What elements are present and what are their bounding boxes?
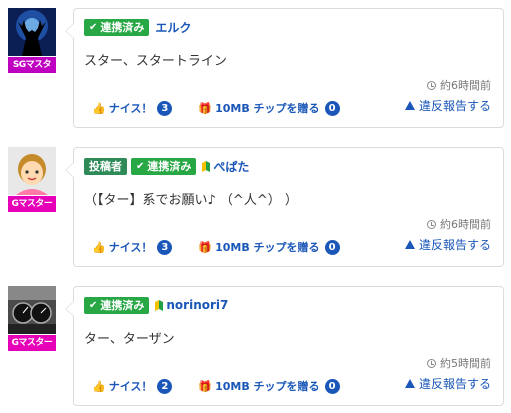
- tip-button[interactable]: 🎁 10MB チップを贈る 0: [198, 239, 340, 255]
- username-link[interactable]: エルク: [155, 19, 191, 36]
- report-button[interactable]: 違反報告する: [404, 375, 491, 392]
- like-count: 3: [157, 100, 173, 116]
- comment-card: ✔ 連携済み エルク スター、スタートライン 約6時間前 👍 ナイス！ 3 🎁 1…: [65, 8, 504, 128]
- timestamp: 約6時間前: [427, 77, 491, 93]
- thumbs-up-icon: 👍: [92, 379, 106, 393]
- linked-tag: ✔ 連携済み: [84, 296, 150, 314]
- comment-actions: 👍 ナイス！ 3 🎁 10MB チップを贈る 0: [92, 238, 366, 256]
- like-count: 2: [157, 378, 173, 394]
- rank-badge: Gマスター: [8, 196, 56, 212]
- avatar[interactable]: [8, 147, 56, 195]
- gift-icon: 🎁: [198, 240, 213, 254]
- comment-header: 投稿者 ✔ 連携済み ぺぱた: [84, 157, 249, 175]
- clock-icon: [427, 219, 436, 229]
- linked-tag: ✔ 連携済み: [84, 18, 150, 36]
- avatar[interactable]: [8, 286, 56, 334]
- check-icon: ✔: [136, 160, 145, 172]
- comment-card: 投稿者 ✔ 連携済み ぺぱた （【ター】系でお願い♪ （^人^） ） 約6時間前 …: [65, 147, 504, 267]
- like-button[interactable]: 👍 ナイス！ 3: [92, 239, 173, 255]
- gift-icon: 🎁: [198, 379, 213, 393]
- poster-tag: 投稿者: [84, 157, 127, 175]
- tip-button[interactable]: 🎁 10MB チップを贈る 0: [198, 378, 340, 394]
- comment-header: ✔ 連携済み norinori7: [84, 296, 228, 314]
- report-button[interactable]: 違反報告する: [404, 97, 491, 114]
- comment-text: （【ター】系でお願い♪ （^人^） ）: [84, 193, 298, 208]
- comment-actions: 👍 ナイス！ 3 🎁 10MB チップを贈る 0: [92, 99, 366, 117]
- beginner-mark-icon: [155, 299, 164, 311]
- avatar[interactable]: [8, 8, 56, 56]
- beginner-mark-icon: [202, 160, 211, 172]
- comment-item: Gマスター ✔ 連携済み norinori7 ター、ターザン 約5時間前 👍 ナイ…: [0, 278, 511, 408]
- thumbs-up-icon: 👍: [92, 101, 106, 115]
- comment-item: Gマスター 投稿者 ✔ 連携済み ぺぱた （【ター】系でお願い♪ （^人^） ） …: [0, 139, 511, 269]
- comment-card: ✔連携済み norinori7 ター、ターザン 約5時間前 👍 ナイス！ 2: [65, 286, 504, 406]
- timestamp: 約5時間前: [427, 355, 491, 371]
- report-button[interactable]: 違反報告する: [404, 236, 491, 253]
- warning-icon: [404, 240, 415, 249]
- comment-feed: SGマスタ ✔ 連携済み エルク スター、スタートライン 約6時間前 👍 ナイス！…: [0, 0, 511, 413]
- like-button[interactable]: 👍 ナイス！ 3: [92, 100, 173, 116]
- clock-icon: [427, 358, 436, 368]
- rank-badge: SGマスタ: [8, 57, 56, 73]
- like-count: 3: [157, 239, 173, 255]
- clock-icon: [427, 80, 436, 90]
- deer-silhouette-icon: [8, 8, 56, 56]
- car-dashboard-icon: [8, 286, 56, 334]
- warning-icon: [404, 101, 415, 110]
- username-link[interactable]: norinori7: [166, 298, 228, 312]
- comment-item: SGマスタ ✔ 連携済み エルク スター、スタートライン 約6時間前 👍 ナイス！…: [0, 0, 511, 130]
- gift-icon: 🎁: [198, 101, 213, 115]
- rank-badge: Gマスター: [8, 335, 56, 351]
- like-button[interactable]: 👍 ナイス！ 2: [92, 378, 173, 394]
- timestamp: 約6時間前: [427, 216, 491, 232]
- check-icon: ✔: [89, 299, 98, 311]
- username-link[interactable]: ぺぱた: [213, 158, 249, 175]
- thumbs-up-icon: 👍: [92, 240, 106, 254]
- tip-count: 0: [324, 239, 340, 255]
- comment-text: スター、スタートライン: [84, 54, 227, 69]
- tip-count: 0: [324, 378, 340, 394]
- check-icon: ✔: [89, 21, 98, 33]
- tip-count: 0: [324, 100, 340, 116]
- comment-actions: 👍 ナイス！ 2 🎁 10MB チップを贈る 0: [92, 377, 366, 395]
- linked-tag: ✔ 連携済み: [131, 157, 197, 175]
- tip-button[interactable]: 🎁 10MB チップを贈る 0: [198, 100, 340, 116]
- comment-header: ✔ 連携済み エルク: [84, 18, 191, 36]
- warning-icon: [404, 379, 415, 388]
- comment-text: ター、ターザン: [84, 332, 175, 347]
- cartoon-person-icon: [8, 147, 56, 195]
